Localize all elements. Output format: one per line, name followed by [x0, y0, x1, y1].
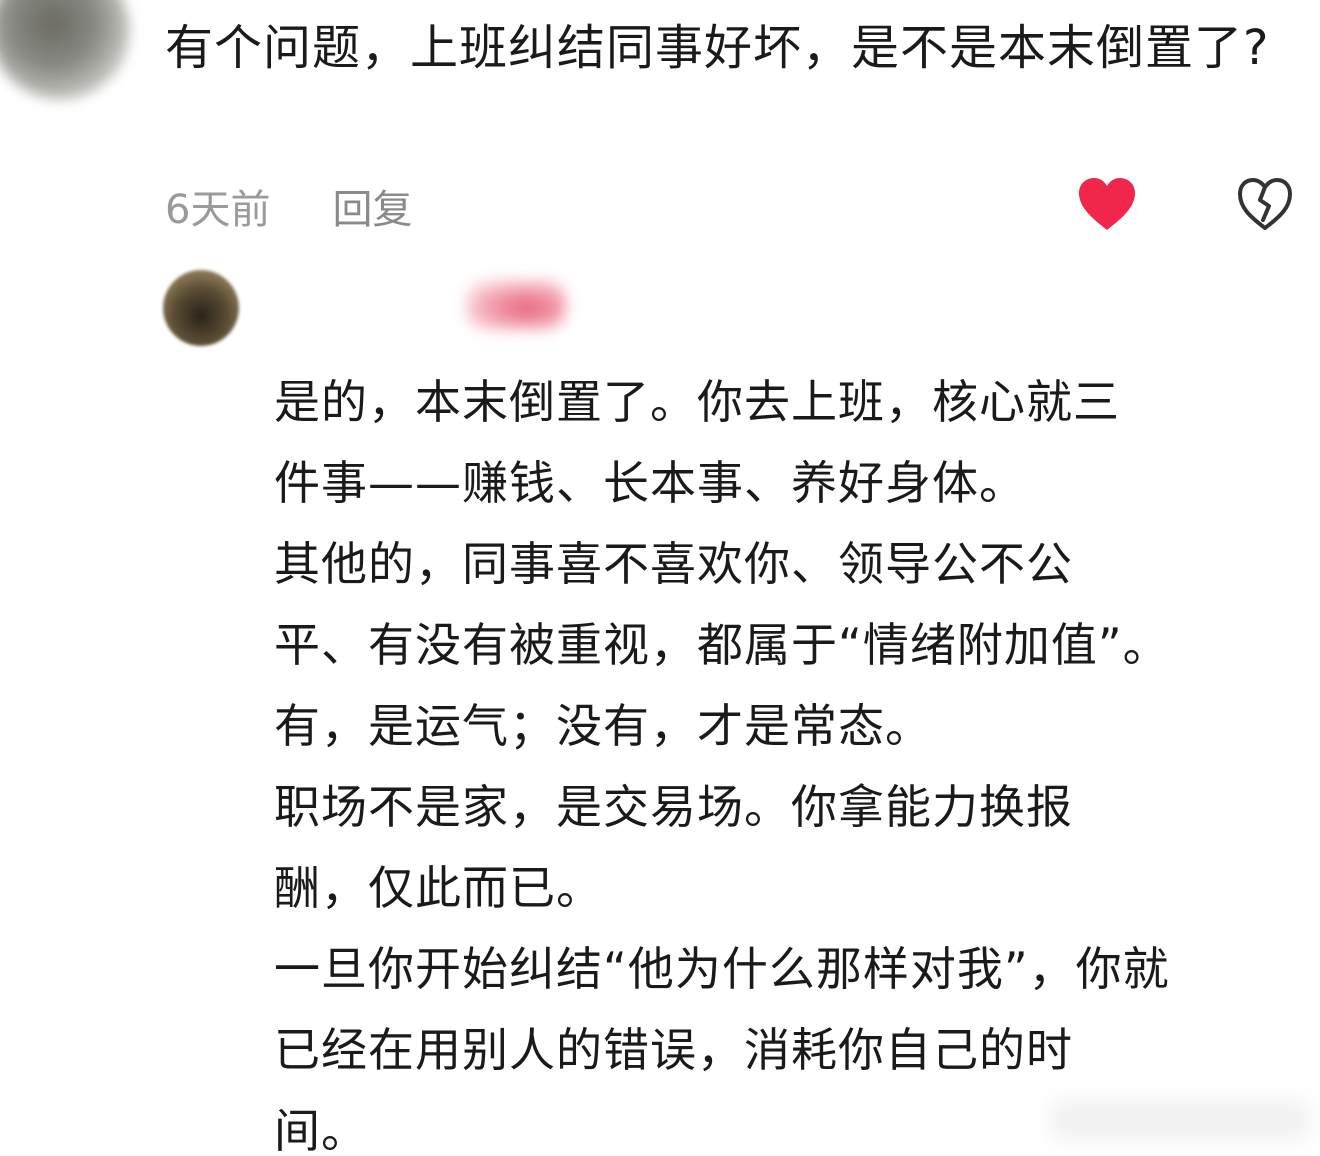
comment-text: 有个问题，上班纠结同事好坏，是不是本末倒置了?	[165, 20, 1270, 76]
reply-line: 酬，仅此而已。	[274, 861, 603, 915]
reply-line: 其他的，同事喜不喜欢你、领导公不公	[274, 537, 1073, 591]
reply-text: 是的，本末倒置了。你去上班，核心就三 件事——赚钱、长本事、养好身体。 其他的，…	[274, 362, 1304, 1156]
reply-line: 已经在用别人的错误，消耗你自己的时	[274, 1023, 1073, 1077]
reply-line: 职场不是家，是交易场。你拿能力换报	[274, 780, 1073, 834]
reply-line: 有，是运气；没有，才是常态。	[274, 699, 932, 753]
reply-line: 平、有没有被重视，都属于“情绪附加值”。	[274, 618, 1170, 672]
replier-avatar[interactable]	[163, 270, 239, 346]
reply-line: 是的，本末倒置了。你去上班，核心就三	[274, 375, 1120, 429]
reply-line: 一旦你开始纠结“他为什么那样对我”，你就	[274, 942, 1170, 996]
broken-heart-icon[interactable]	[1236, 176, 1294, 232]
comment-thread: 有个问题，上班纠结同事好坏，是不是本末倒置了? 6天前 回复 是的，本末倒置了。…	[0, 0, 1320, 1156]
heart-filled-icon[interactable]	[1076, 176, 1138, 232]
comment-timestamp: 6天前	[165, 187, 271, 233]
reply-button[interactable]: 回复	[332, 177, 412, 235]
watermark-redacted	[1050, 1100, 1310, 1140]
comment-meta-row: 6天前 回复	[165, 176, 412, 236]
commenter-avatar[interactable]	[0, 0, 130, 100]
reply-line: 件事——赚钱、长本事、养好身体。	[274, 456, 1026, 510]
replier-name-redacted[interactable]	[466, 280, 566, 330]
